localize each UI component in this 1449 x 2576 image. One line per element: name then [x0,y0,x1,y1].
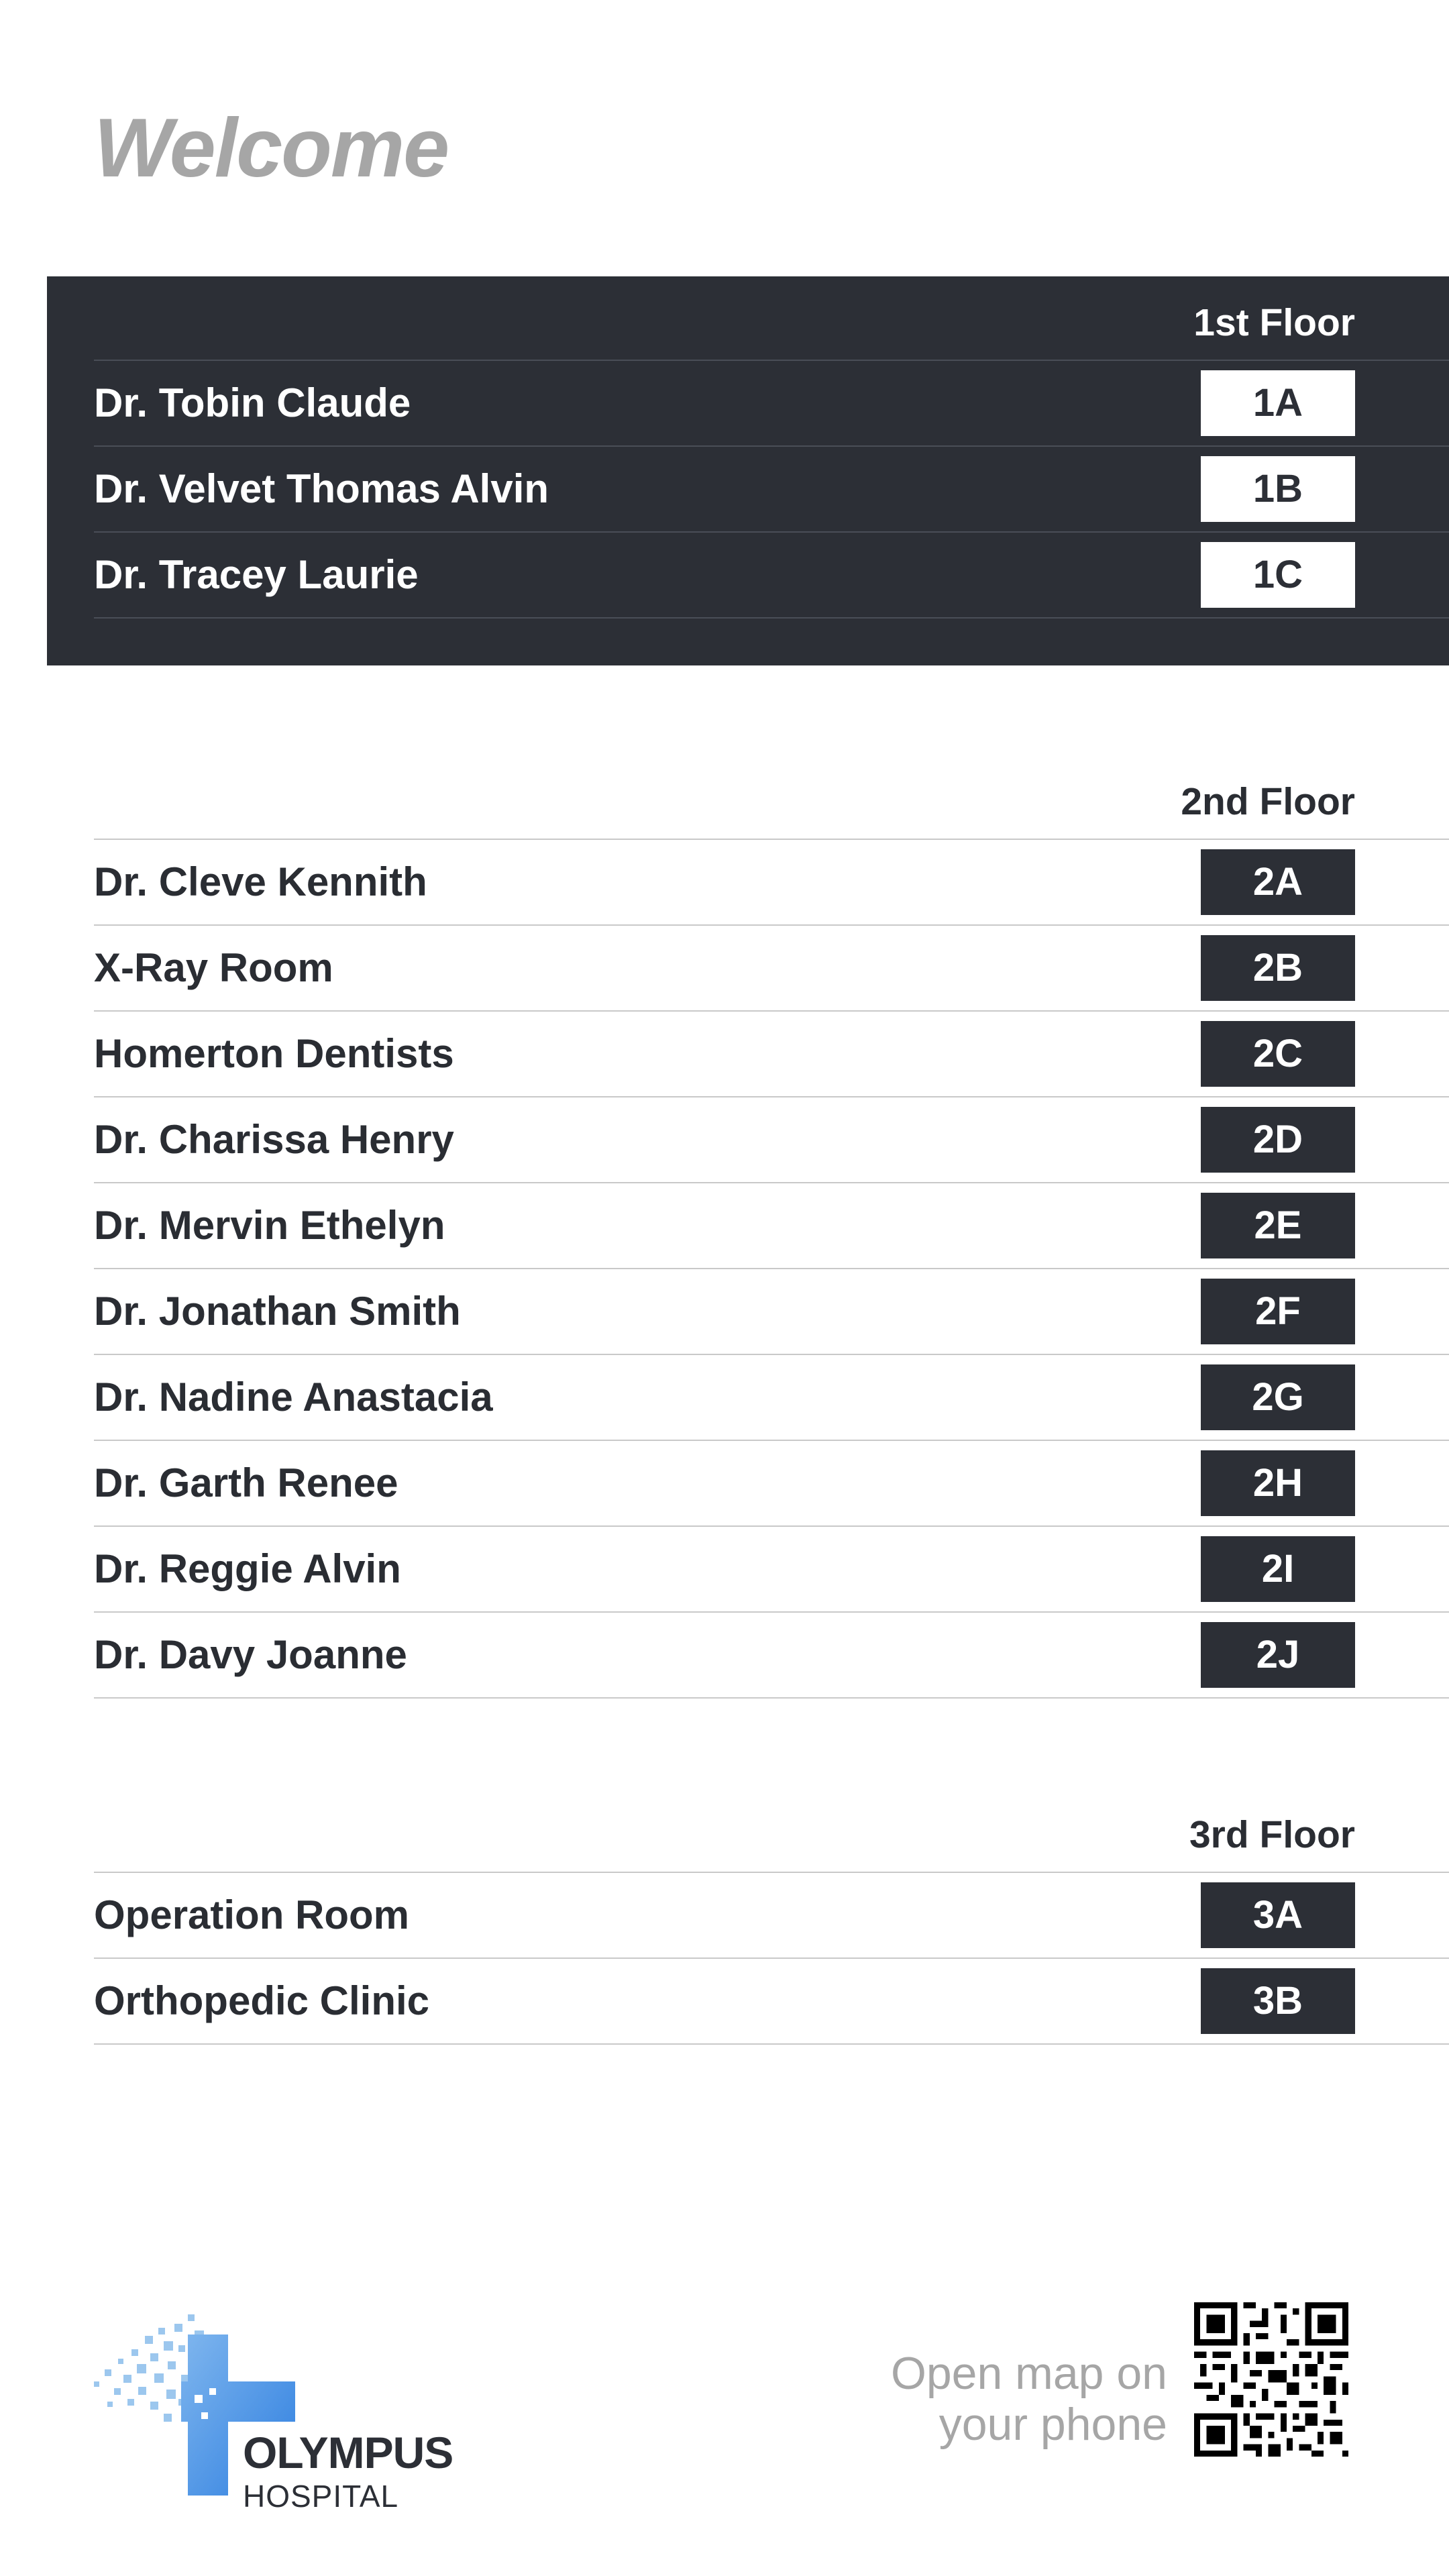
floor-2-header: 2nd Floor [94,755,1449,840]
floor-2-title: 2nd Floor [1181,780,1355,823]
room-badge: 2B [1201,935,1355,1001]
room-badge: 2F [1201,1279,1355,1344]
directory-name: Dr. Tracey Laurie [94,552,419,597]
directory-row: Dr. Mervin Ethelyn 2E [94,1183,1449,1269]
brand-name: OLYMPUS [243,2428,453,2477]
room-badge: 1B [1201,456,1355,522]
room-badge: 1C [1201,542,1355,608]
directory-row: Operation Room 3A [94,1873,1449,1959]
room-badge: 2G [1201,1364,1355,1430]
floor-1-title: 1st Floor [1193,301,1355,344]
room-badge: 2A [1201,849,1355,915]
directory-name: Dr. Charissa Henry [94,1117,454,1162]
directory-row: Dr. Nadine Anastacia 2G [94,1355,1449,1441]
room-badge: 2D [1201,1107,1355,1173]
directory-name: Operation Room [94,1892,410,1937]
directory-row: Dr. Velvet Thomas Alvin 1B [94,447,1449,533]
floor-2-section: 2nd Floor Dr. Cleve Kennith 2A X-Ray Roo… [47,755,1449,1699]
room-badge: 2I [1201,1536,1355,1602]
map-prompt-line1: Open map on [890,2348,1167,2399]
room-badge: 2H [1201,1450,1355,1516]
directory-row: Dr. Charissa Henry 2D [94,1097,1449,1183]
directory-name: Dr. Tobin Claude [94,380,411,425]
floor-3-title: 3rd Floor [1189,1813,1355,1856]
directory-row: Dr. Jonathan Smith 2F [94,1269,1449,1355]
directory-row: X-Ray Room 2B [94,926,1449,1012]
room-badge: 2E [1201,1193,1355,1258]
welcome-heading: Welcome [94,102,449,195]
directory-row: Dr. Davy Joanne 2J [94,1613,1449,1699]
directory-name: Dr. Davy Joanne [94,1632,407,1677]
room-badge: 1A [1201,370,1355,436]
directory-name: Dr. Garth Renee [94,1460,398,1505]
directory-row: Dr. Garth Renee 2H [94,1441,1449,1527]
directory-row: Dr. Tracey Laurie 1C [94,533,1449,619]
directory-name: Dr. Nadine Anastacia [94,1375,493,1419]
directory-row: Dr. Reggie Alvin 2I [94,1527,1449,1613]
directory-name: Dr. Velvet Thomas Alvin [94,466,549,511]
floor-1-header: 1st Floor [94,276,1449,361]
qr-code-icon[interactable] [1194,2302,1348,2457]
directory-name: Dr. Reggie Alvin [94,1546,401,1591]
room-badge: 3A [1201,1882,1355,1948]
room-badge: 2J [1201,1622,1355,1688]
directory-name: Dr. Mervin Ethelyn [94,1203,445,1248]
directory-name: Orthopedic Clinic [94,1978,430,2023]
directory-name: X-Ray Room [94,945,333,990]
directory-row: Dr. Tobin Claude 1A [94,361,1449,447]
floor-3-section: 3rd Floor Operation Room 3A Orthopedic C… [47,1788,1449,2045]
directory-row: Homerton Dentists 2C [94,1012,1449,1097]
directory-row: Dr. Cleve Kennith 2A [94,840,1449,926]
brand-subtitle: HOSPITAL [243,2479,399,2514]
map-prompt: Open map on your phone [891,2348,1167,2450]
map-prompt-line2: your phone [938,2399,1167,2450]
directory-name: Dr. Jonathan Smith [94,1289,461,1334]
directory-name: Dr. Cleve Kennith [94,859,427,904]
floor-3-header: 3rd Floor [94,1788,1449,1873]
directory-name: Homerton Dentists [94,1031,454,1076]
room-badge: 3B [1201,1968,1355,2034]
room-badge: 2C [1201,1021,1355,1087]
floor-1-section: 1st Floor Dr. Tobin Claude 1A Dr. Velvet… [47,276,1449,665]
directory-row: Orthopedic Clinic 3B [94,1959,1449,2045]
